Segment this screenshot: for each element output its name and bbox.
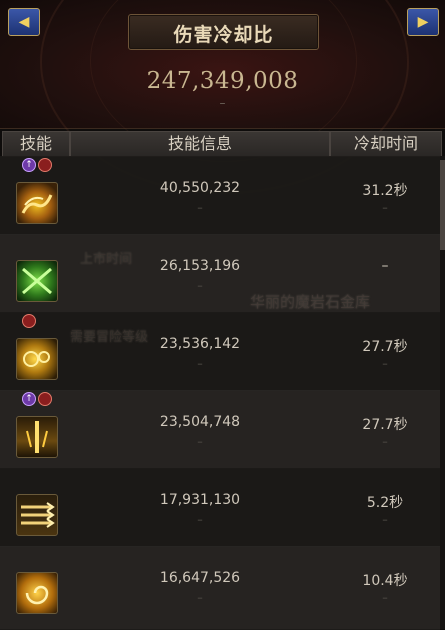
skill-damage-sub: –	[197, 201, 203, 214]
column-header-skill-info[interactable]: 技能信息	[70, 131, 330, 157]
table-row[interactable]: 17,931,130 – 5.2秒 –	[0, 468, 440, 547]
skill-cooldown-sub: –	[382, 513, 388, 526]
skill-cooldown-sub: –	[382, 357, 388, 370]
cooldown-badge-icon	[38, 392, 52, 406]
skill-cooldown: 5.2秒	[366, 495, 404, 511]
skill-damage: 26,153,196	[159, 258, 241, 274]
skill-damage-sub: –	[197, 513, 203, 526]
flame-burst-icon[interactable]	[16, 182, 58, 224]
background-text: 需要冒险等级	[70, 330, 149, 345]
green-slash-icon[interactable]	[16, 260, 58, 302]
skill-badges: ↑	[22, 158, 54, 172]
prev-page-button[interactable]: ◀	[8, 8, 40, 36]
skill-cooldown-sub: –	[382, 435, 388, 448]
header-panel: ◀ ▶ 伤害冷却比 247,349,008 –	[0, 0, 445, 194]
next-page-button[interactable]: ▶	[407, 8, 439, 36]
table-row[interactable]: 26,153,196 – –	[0, 234, 440, 313]
total-damage-sub: –	[219, 96, 226, 110]
skill-damage-sub: –	[197, 435, 203, 448]
skill-cooldown: 27.7秒	[362, 339, 408, 355]
skill-cooldown-sub: –	[382, 591, 388, 604]
scrollbar-thumb[interactable]	[440, 160, 445, 250]
skill-cooldown: –	[381, 258, 389, 274]
table-row[interactable]: ↑ 40,550,232 – 31.2秒 –	[0, 156, 440, 235]
table-row[interactable]: 16,647,526 – 10.4秒 –	[0, 546, 440, 630]
title-plate: 伤害冷却比	[128, 14, 319, 50]
lightning-pillar-icon[interactable]	[16, 416, 58, 458]
upgrade-badge-icon: ↑	[22, 158, 36, 172]
skill-list: ↑ 40,550,232 – 31.2秒 – 26,153,196 – – 23…	[0, 156, 445, 630]
skill-damage: 23,504,748	[159, 414, 241, 430]
skill-badges: ↑	[22, 392, 54, 406]
background-text: 华丽的魔岩石金库	[250, 293, 371, 311]
page-title: 伤害冷却比	[173, 24, 274, 46]
cooldown-badge-icon	[38, 158, 52, 172]
table-row[interactable]: ↑ 23,504,748 – 27.7秒 –	[0, 390, 440, 469]
upgrade-badge-icon: ↑	[22, 392, 36, 406]
skill-cooldown: 10.4秒	[362, 573, 408, 589]
skill-cooldown-sub: –	[382, 201, 388, 214]
background-text: 上市时间	[80, 252, 133, 267]
table-row[interactable]: 23,536,142 – 27.7秒 –	[0, 312, 440, 391]
skill-damage: 40,550,232	[159, 180, 241, 196]
golden-orbs-icon[interactable]	[16, 338, 58, 380]
skill-badges	[22, 314, 38, 328]
skill-damage: 16,647,526	[159, 570, 241, 586]
golden-swirl-icon[interactable]	[16, 572, 58, 614]
column-header-skill[interactable]: 技能	[2, 131, 70, 157]
column-header-cooldown[interactable]: 冷却时间	[330, 131, 442, 157]
skill-damage: 17,931,130	[159, 492, 241, 508]
total-damage: 247,349,008	[146, 68, 299, 94]
skill-cooldown: 31.2秒	[362, 183, 408, 199]
skill-damage-sub: –	[197, 591, 203, 604]
skill-cooldown: 27.7秒	[362, 417, 408, 433]
cooldown-badge-icon	[22, 314, 36, 328]
skill-damage-sub: –	[197, 357, 203, 370]
triple-arrow-icon[interactable]	[16, 494, 58, 536]
